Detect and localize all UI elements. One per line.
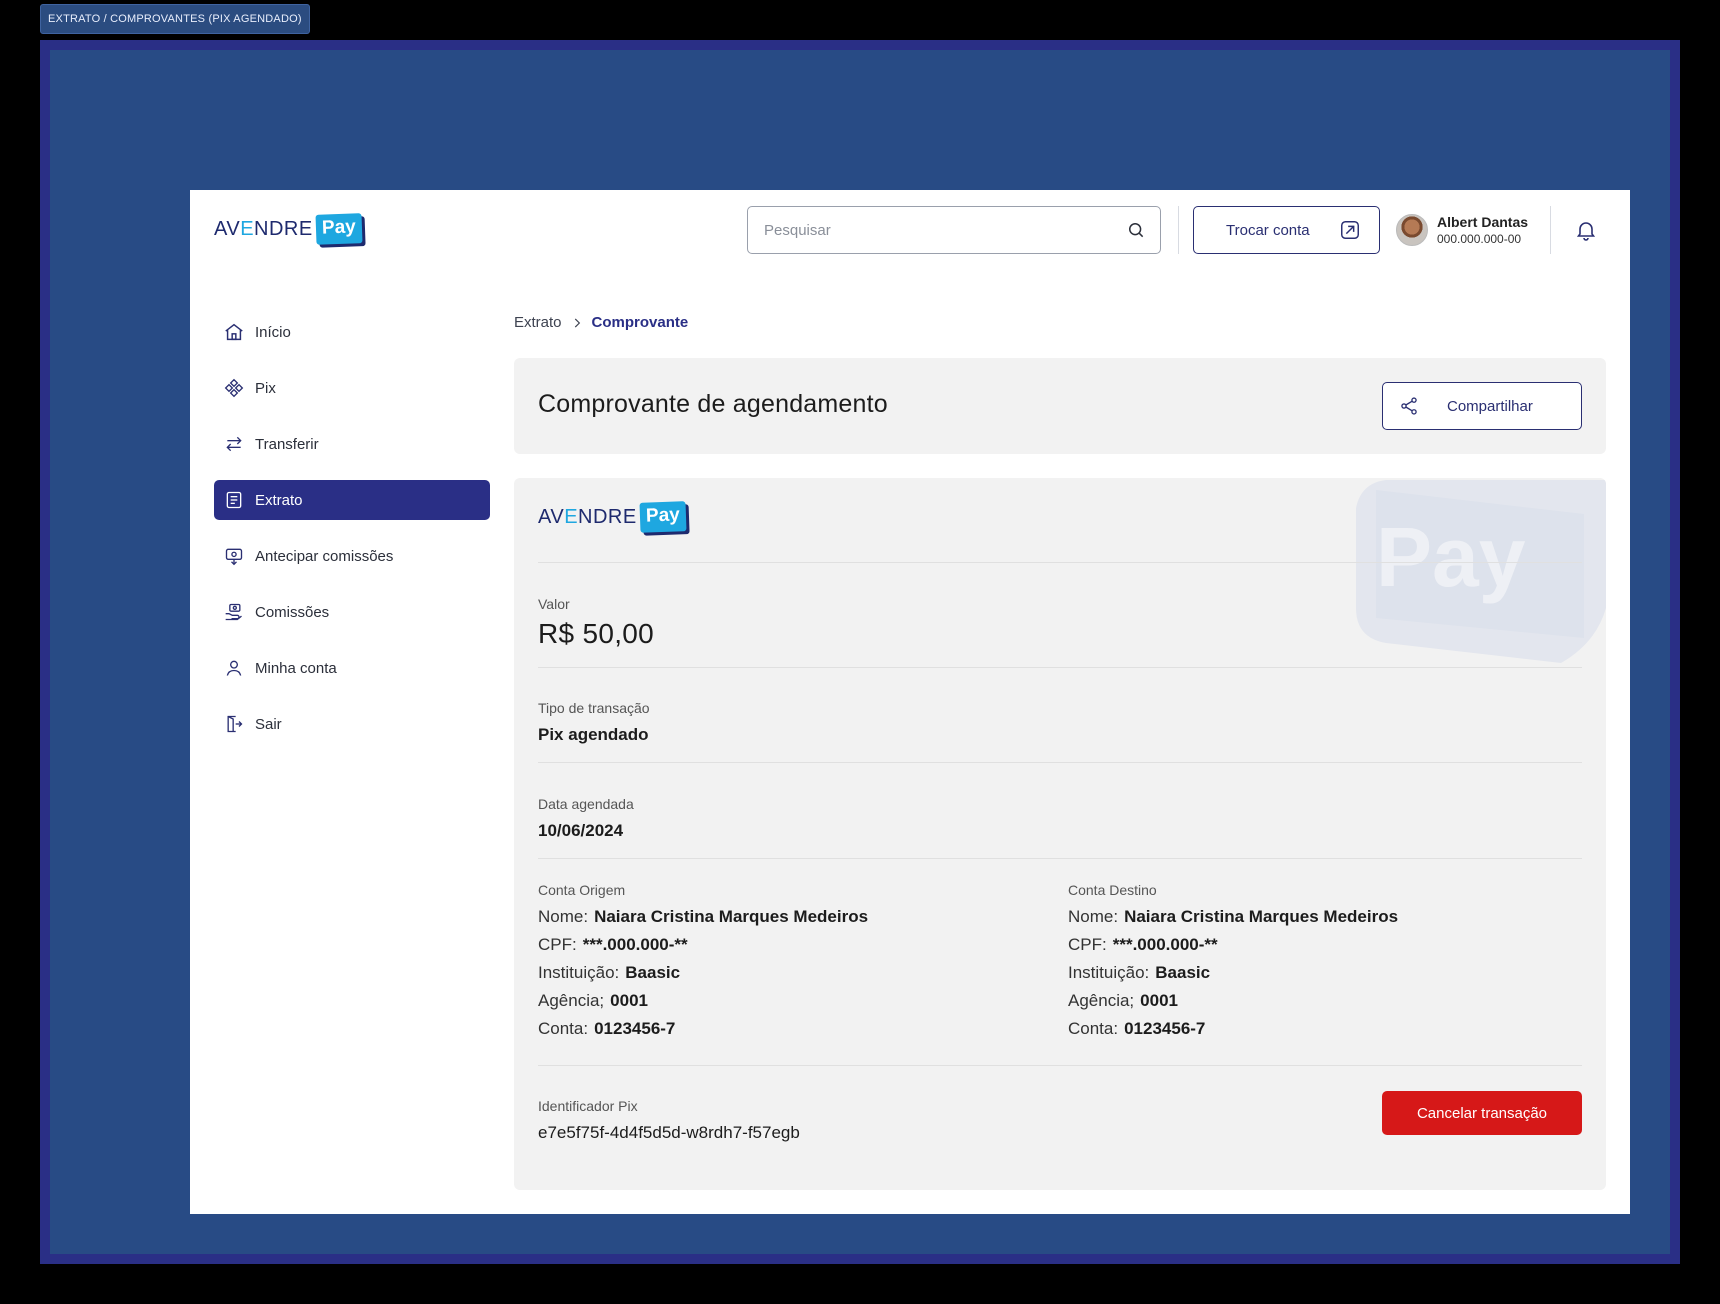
destination-account-label: Conta Destino [1068,882,1157,898]
origin-agency-row: Agência; 0001 [538,991,648,1010]
search-icon[interactable] [1126,220,1146,240]
sidebar-item-label: Antecipar comissões [255,547,394,565]
search-input[interactable] [764,221,1126,239]
origin-account: Conta Origem Nome: Naiara Cristina Marque… [538,882,868,1043]
destination-account: Conta Destino Nome: Naiara Cristina Marqu… [1068,882,1398,1043]
search-box[interactable] [747,206,1161,254]
sidebar-item-comissoes[interactable]: Comissões [214,592,490,632]
sidebar-item-antecipar-comissoes[interactable]: Antecipar comissões [214,536,490,576]
sidebar-item-label: Extrato [255,491,303,509]
header-divider [1178,206,1179,254]
sidebar-item-label: Transferir [255,435,319,453]
scheduled-date-value: 10/06/2024 [538,821,624,840]
destination-institution-row: Instituição: Baasic [1068,963,1211,982]
title-card: Comprovante de agendamento Compartilhar [514,358,1606,454]
user-profile[interactable]: Albert Dantas 000.000.000-00 [1396,214,1528,246]
sidebar-item-minha-conta[interactable]: Minha conta [214,648,490,688]
value-label: Valor [538,596,570,612]
sidebar-item-extrato[interactable]: Extrato [214,480,490,520]
divider [538,667,1582,668]
receipt-brand-logo: AVENDRE Pay [538,501,687,533]
pix-icon [223,377,245,399]
sidebar-item-sair[interactable]: Sair [214,704,490,744]
origin-institution-row: Instituição: Baasic [538,963,681,982]
brand-logo[interactable]: AVENDRE Pay [214,213,363,245]
sidebar-item-label: Sair [255,715,282,733]
frame-label: EXTRATO / COMPROVANTES (PIX AGENDADO) [40,4,310,34]
outer-frame: AVENDRE Pay Trocar conta Albert Dantas 0… [40,40,1680,1264]
sidebar-item-inicio[interactable]: Início [214,312,490,352]
destination-agency-row: Agência; 0001 [1068,991,1178,1010]
pix-id-label: Identificador Pix [538,1098,638,1114]
breadcrumb: Extrato Comprovante [514,314,688,331]
transaction-type-value: Pix agendado [538,725,649,744]
bell-icon[interactable] [1574,218,1598,242]
divider [538,562,1582,563]
divider [538,858,1582,859]
brand-pay-badge: Pay [315,213,363,245]
origin-account-row: Conta: 0123456-7 [538,1019,676,1038]
share-label: Compartilhar [1447,397,1533,415]
transfer-icon [223,433,245,455]
scheduled-date-label: Data agendada [538,796,634,812]
sidebar-item-label: Minha conta [255,659,337,677]
statement-icon [223,489,245,511]
breadcrumb-current: Comprovante [591,314,689,331]
advance-commission-icon [223,545,245,567]
origin-cpf-row: CPF: ***.000.000-** [538,935,688,954]
origin-account-label: Conta Origem [538,882,626,898]
commission-icon [223,601,245,623]
logout-icon [223,713,245,735]
sidebar-item-label: Comissões [255,603,330,621]
sidebar-item-pix[interactable]: Pix [214,368,490,408]
origin-name-row: Nome: Naiara Cristina Marques Medeiros [538,907,869,926]
user-name: Albert Dantas [1437,214,1529,230]
share-icon [1401,397,1417,415]
sidebar-item-transferir[interactable]: Transferir [214,424,490,464]
brand-wordmark: AVENDRE [538,505,637,528]
home-icon [223,321,245,343]
switch-account-button[interactable]: Trocar conta [1193,206,1380,254]
pay-watermark: Pay [1356,480,1606,663]
value-amount: R$ 50,00 [538,618,655,649]
divider [538,1065,1582,1066]
canvas: AVENDRE Pay Trocar conta Albert Dantas 0… [50,50,1670,1254]
pix-id-value: e7e5f75f-4d4f5d5d-w8rdh7-f57egb [538,1123,800,1142]
brand-wordmark: AVENDRE [214,217,313,240]
cancel-transaction-button[interactable]: Cancelar transação [1382,1091,1582,1135]
destination-name-row: Nome: Naiara Cristina Marques Medeiros [1068,907,1399,926]
svg-text:Pay: Pay [1376,510,1526,604]
sidebar-item-label: Pix [255,379,276,397]
user-icon [223,657,245,679]
chevron-right-icon [574,318,580,327]
app-window: AVENDRE Pay Trocar conta Albert Dantas 0… [190,190,1630,1214]
receipt-card: Pay AVENDRE Pay Valor R$ 50,00 Tipo de t… [514,478,1606,1190]
avatar [1396,214,1428,246]
sidebar-nav: Início Pix Transferir Extrato Antecipar … [214,312,490,760]
transaction-type-label: Tipo de transação [538,700,650,716]
page-title: Comprovante de agendamento [538,390,888,418]
switch-account-label: Trocar conta [1226,221,1310,239]
destination-account-row: Conta: 0123456-7 [1068,1019,1206,1038]
header-divider-2 [1550,206,1551,254]
share-button[interactable]: Compartilhar [1382,382,1582,430]
divider [538,762,1582,763]
destination-cpf-row: CPF: ***.000.000-** [1068,935,1218,954]
user-document: 000.000.000-00 [1437,232,1522,246]
sidebar-item-label: Início [255,323,291,341]
breadcrumb-extrato[interactable]: Extrato [514,314,562,331]
brand-pay-badge: Pay [639,501,687,533]
external-arrow-icon [1341,221,1359,239]
